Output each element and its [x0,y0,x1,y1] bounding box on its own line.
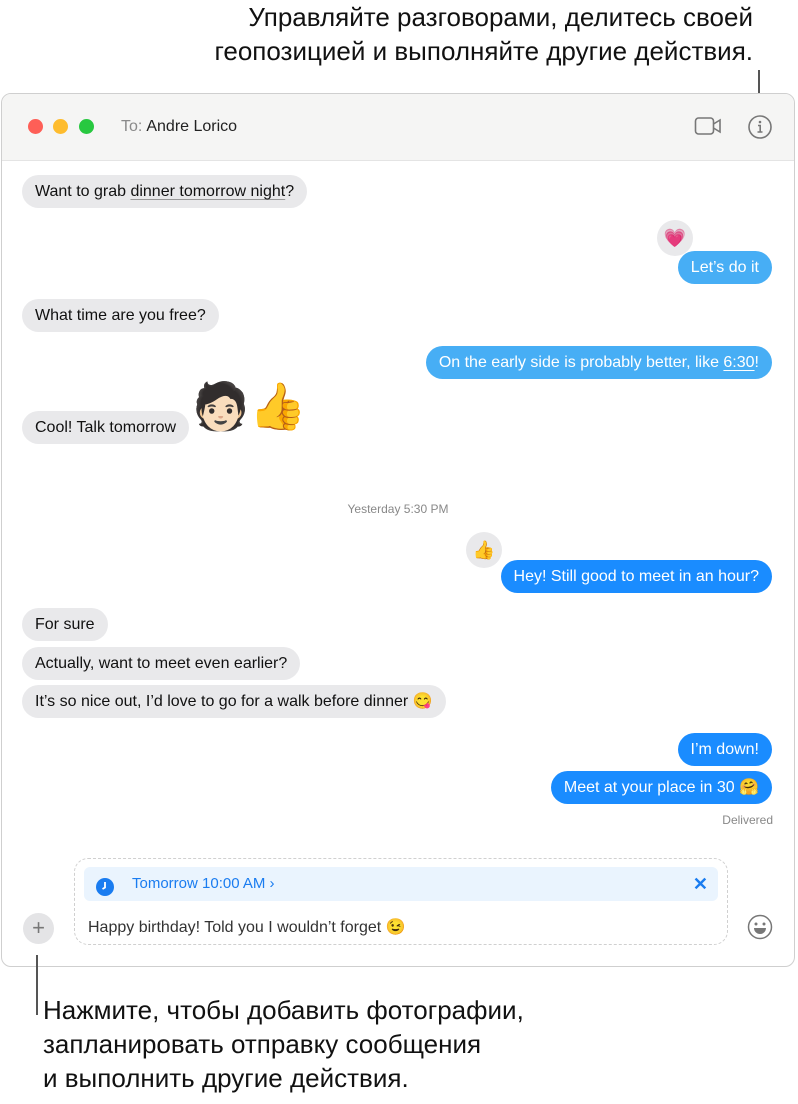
message-input[interactable]: Happy birthday! Told you I wouldn’t forg… [88,917,406,937]
message-bubble[interactable]: Cool! Talk tomorrow [22,411,190,444]
tapback-thumbs-up[interactable]: 👍 [466,532,502,568]
message-bubble[interactable]: Meet at your place in 30 🤗 [550,771,772,804]
message-bubble[interactable]: It’s so nice out, I’d love to go for a w… [22,685,446,718]
message-bubble[interactable]: On the early side is probably better, li… [425,346,772,379]
message-bubble[interactable]: Actually, want to meet even earlier? [22,647,301,680]
info-icon[interactable] [747,114,773,145]
minimize-button[interactable] [53,119,68,134]
to-field[interactable]: To: Andre Lorico [121,118,237,136]
video-camera-icon[interactable] [694,114,722,143]
message-bubble[interactable]: Hey! Still good to meet in an hour? [500,560,772,593]
annotation-line: геопозицией и выполняйте другие действия… [214,36,753,66]
annotation-line: запланировать отправку сообщения [43,1029,482,1059]
timestamp: Yesterday 5:30 PM [347,502,449,516]
close-icon[interactable]: ✕ [693,867,708,901]
message-bubble[interactable]: For sure [22,608,108,641]
to-label: To: [121,118,143,135]
plus-button[interactable]: + [23,913,54,944]
scheduled-send-banner[interactable]: Tomorrow 10:00 AM › ✕ [84,867,718,901]
message-bubble[interactable]: I’m down! [677,733,772,766]
message-bubble[interactable]: What time are you free? [22,299,219,332]
tapback-heart[interactable]: 💗 [657,220,693,256]
messages-window: To: Andre Lorico Want to grab dinner tomo… [1,93,795,967]
zoom-button[interactable] [79,119,94,134]
emoji-icon[interactable] [747,914,773,945]
annotation-line: Управляйте разговорами, делитесь своей [248,2,753,32]
close-button[interactable] [28,119,43,134]
delivered-status: Delivered [722,813,773,827]
memoji-sticker[interactable]: 🧑🏻👍 [192,376,307,436]
annotation-bottom: Нажмите, чтобы добавить фотографии, запл… [43,993,524,1095]
schedule-time[interactable]: Tomorrow 10:00 AM › [132,867,275,901]
date-link[interactable]: dinner tomorrow night [130,183,285,200]
annotation-line: Нажмите, чтобы добавить фотографии, [43,995,524,1025]
title-bar: To: Andre Lorico [2,94,794,161]
annotation-line: и выполнить другие действия. [43,1063,409,1093]
annotation-top: Управляйте разговорами, делитесь своей г… [214,0,753,68]
message-bubble[interactable]: Let’s do it [677,251,772,284]
clock-icon [96,875,114,909]
recipient: Andre Lorico [146,118,238,135]
time-link[interactable]: 6:30 [723,354,754,371]
message-bubble[interactable]: Want to grab dinner tomorrow night? [22,175,308,208]
message-composer[interactable]: Tomorrow 10:00 AM › ✕ Happy birthday! To… [74,858,728,945]
callout-line [36,955,38,1015]
